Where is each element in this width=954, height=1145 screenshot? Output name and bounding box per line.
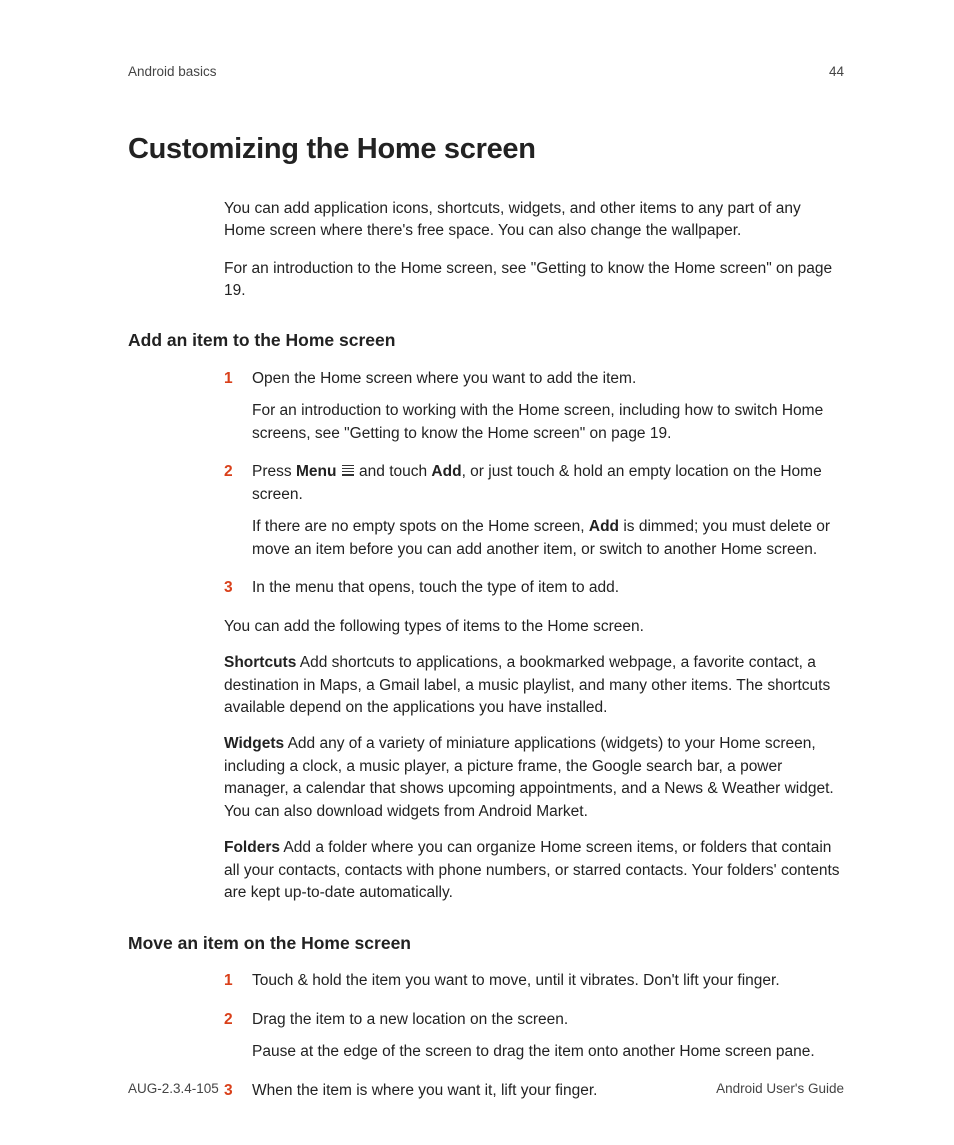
doc-id: AUG-2.3.4-105 [128, 1079, 219, 1099]
step-text: Press Menu and touch Add, or just touch … [252, 461, 844, 506]
page-header: Android basics 44 [128, 62, 844, 82]
step-text: Touch & hold the item you want to move, … [252, 970, 844, 992]
section-heading: Move an item on the Home screen [128, 931, 844, 956]
step-number: 2 [224, 461, 252, 571]
definition-folders: Folders Add a folder where you can organ… [224, 837, 844, 904]
menu-label: Menu [296, 463, 336, 480]
intro-paragraph: You can add application icons, shortcuts… [224, 198, 844, 243]
intro-block: You can add application icons, shortcuts… [128, 198, 844, 303]
menu-icon [342, 463, 354, 477]
page-number: 44 [829, 62, 844, 82]
step-item: 1 Touch & hold the item you want to move… [224, 970, 844, 1002]
definition-label: Widgets [224, 735, 284, 752]
page-footer: AUG-2.3.4-105 Android User's Guide [128, 1079, 844, 1099]
step-number: 1 [224, 368, 252, 455]
step-note: If there are no empty spots on the Home … [252, 516, 844, 561]
definition-label: Shortcuts [224, 654, 296, 671]
step-note: For an introduction to working with the … [252, 400, 844, 445]
intro-paragraph: For an introduction to the Home screen, … [224, 258, 844, 303]
step-item: 2 Press Menu and touch Add, or just touc… [224, 461, 844, 571]
definition-label: Folders [224, 839, 280, 856]
step-number: 1 [224, 970, 252, 1002]
definition-shortcuts: Shortcuts Add shortcuts to applications,… [224, 652, 844, 719]
definition-widgets: Widgets Add any of a variety of miniatur… [224, 733, 844, 823]
section-label: Android basics [128, 62, 217, 82]
body-paragraph: You can add the following types of items… [224, 616, 844, 638]
step-number: 2 [224, 1009, 252, 1074]
step-item: 3 In the menu that opens, touch the type… [224, 577, 844, 609]
step-item: 2 Drag the item to a new location on the… [224, 1009, 844, 1074]
add-label: Add [431, 463, 461, 480]
page-title: Customizing the Home screen [128, 128, 844, 170]
step-item: 1 Open the Home screen where you want to… [224, 368, 844, 455]
step-text: In the menu that opens, touch the type o… [252, 577, 844, 599]
steps-list: 1 Open the Home screen where you want to… [224, 368, 844, 905]
step-number: 3 [224, 577, 252, 609]
doc-title: Android User's Guide [716, 1079, 844, 1099]
step-note: Pause at the edge of the screen to drag … [252, 1041, 844, 1063]
section-heading: Add an item to the Home screen [128, 328, 844, 353]
add-label: Add [589, 518, 619, 535]
step-text: Drag the item to a new location on the s… [252, 1009, 844, 1031]
step-text: Open the Home screen where you want to a… [252, 368, 844, 390]
